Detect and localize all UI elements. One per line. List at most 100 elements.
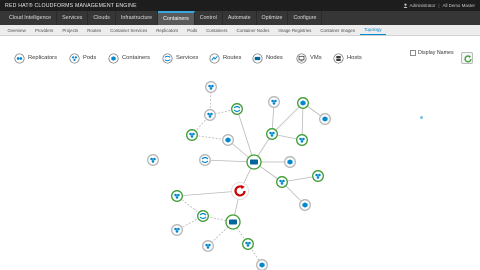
- graph-edge: [191, 134, 229, 141]
- host-icon: [333, 52, 344, 64]
- graph-edge: [176, 190, 241, 197]
- tab-container-nodes[interactable]: Container Nodes: [232, 25, 274, 35]
- tab-routes[interactable]: Routes: [83, 25, 106, 35]
- graph-edge: [281, 175, 319, 183]
- graph-edge: [176, 195, 204, 217]
- tab-pods[interactable]: Pods: [183, 25, 202, 35]
- pod-icon: [69, 52, 80, 64]
- kind-filter-bar: Replicators Pods Containers Services Rou…: [0, 48, 480, 68]
- container-node-a4[interactable]: [222, 134, 234, 146]
- nav-cloud-intelligence[interactable]: Cloud Intelligence: [4, 11, 58, 25]
- container-node-b8[interactable]: [299, 199, 311, 211]
- node-node-n2[interactable]: [225, 214, 241, 230]
- graph-edge: [247, 243, 263, 266]
- pod-node-b1[interactable]: [266, 128, 278, 140]
- tab-container-services[interactable]: Container Services: [106, 25, 152, 35]
- container-node-b2[interactable]: [297, 97, 309, 109]
- tab-providers[interactable]: Providers: [30, 25, 58, 35]
- kind-routes[interactable]: Routes: [209, 51, 241, 65]
- nav-clouds[interactable]: Clouds: [88, 11, 116, 25]
- graph-edge: [281, 181, 306, 206]
- service-node-a3[interactable]: [231, 103, 243, 115]
- graph-edge: [209, 108, 238, 116]
- graph-edge: [232, 221, 249, 245]
- graph-edge: [253, 161, 283, 183]
- graph-nodes: [147, 81, 331, 270]
- graph-edge: [191, 114, 211, 136]
- region-name[interactable]: All Demo Master: [443, 3, 475, 8]
- user-area[interactable]: Administrator | All Demo Master: [403, 3, 475, 8]
- graph-edge: [302, 102, 326, 120]
- kind-vms-label: VMs: [310, 55, 322, 61]
- nav-services[interactable]: Services: [57, 11, 89, 25]
- kind-replicators[interactable]: Replicators: [14, 51, 57, 65]
- kind-vms[interactable]: VMs: [296, 51, 322, 65]
- pod-node-c1[interactable]: [171, 190, 183, 202]
- brand-bar: RED HAT® CLOUDFORMS MANAGEMENT ENGINE Ad…: [0, 0, 480, 11]
- nav-automate[interactable]: Automate: [223, 11, 257, 25]
- route-icon: [209, 52, 220, 64]
- tab-topology[interactable]: Topology: [359, 25, 387, 35]
- refresh-button[interactable]: [461, 52, 473, 64]
- container-node-c6[interactable]: [256, 259, 268, 270]
- display-names-checkbox[interactable]: [410, 50, 416, 56]
- kind-nodes[interactable]: Nodes: [252, 51, 283, 65]
- graph-edge: [209, 86, 212, 116]
- graph-edge: [301, 102, 304, 141]
- container-node-b4[interactable]: [319, 113, 331, 125]
- brand-logo-text: RED HAT® CLOUDFORMS MANAGEMENT ENGINE: [5, 2, 137, 9]
- kind-containers-label: Containers: [122, 55, 151, 61]
- refresh-icon: [463, 54, 472, 62]
- service-node-c2[interactable]: [197, 210, 209, 222]
- container-icon: [108, 52, 119, 64]
- display-names-toggle[interactable]: Display Names: [410, 50, 454, 56]
- nav-control[interactable]: Control: [195, 11, 223, 25]
- nav-configure[interactable]: Configure: [288, 11, 323, 25]
- service-node-a6[interactable]: [199, 154, 211, 166]
- tab-containers[interactable]: Containers: [202, 25, 232, 35]
- graph-edge: [202, 215, 234, 223]
- tab-projects[interactable]: Projects: [58, 25, 83, 35]
- kind-routes-label: Routes: [223, 55, 242, 61]
- graph-edge: [232, 190, 241, 223]
- kind-nodes-label: Nodes: [266, 55, 283, 61]
- kind-hosts[interactable]: Hosts: [333, 51, 362, 65]
- graph-marker: [420, 116, 423, 119]
- pod-node-a2[interactable]: [204, 109, 216, 121]
- tab-image-registries[interactable]: Image Registries: [274, 25, 316, 35]
- kind-containers[interactable]: Containers: [108, 51, 150, 65]
- graph-edge: [271, 133, 303, 141]
- pod-node-a5[interactable]: [186, 129, 198, 141]
- nav-infrastructure[interactable]: Infrastructure: [116, 11, 159, 25]
- pod-node-b5[interactable]: [296, 134, 308, 146]
- node-icon: [252, 52, 263, 64]
- user-name[interactable]: Administrator: [410, 3, 436, 8]
- node-node-n1[interactable]: [246, 154, 262, 170]
- pod-node-b3[interactable]: [268, 96, 280, 108]
- nav-containers[interactable]: Containers: [158, 11, 195, 25]
- pod-node-a7[interactable]: [147, 154, 159, 166]
- user-icon: [403, 3, 408, 8]
- nav-optimize[interactable]: Optimize: [257, 11, 289, 25]
- kind-services[interactable]: Services: [162, 51, 198, 65]
- graph-edge: [236, 108, 255, 163]
- display-names-label: Display Names: [418, 50, 454, 56]
- graph-edge: [204, 159, 255, 163]
- pod-node-b6[interactable]: [312, 170, 324, 182]
- kind-services-label: Services: [176, 55, 199, 61]
- container-node-b9[interactable]: [284, 156, 296, 168]
- pod-node-c3[interactable]: [171, 224, 183, 236]
- tab-overview[interactable]: Overview: [3, 25, 30, 35]
- graph-edges: [176, 86, 326, 266]
- primary-nav: Cloud Intelligence Services Clouds Infra…: [0, 11, 480, 25]
- graph-edge: [253, 133, 273, 163]
- pod-node-a1[interactable]: [205, 81, 217, 93]
- pod-node-c4[interactable]: [202, 240, 214, 252]
- provider-node-prov[interactable]: [231, 182, 249, 200]
- pod-node-b7[interactable]: [276, 176, 288, 188]
- kind-pods[interactable]: Pods: [69, 51, 96, 65]
- kind-pods-label: Pods: [83, 55, 97, 61]
- tab-container-images[interactable]: Container Images: [316, 25, 360, 35]
- pod-node-c5[interactable]: [242, 238, 254, 250]
- tab-replicators[interactable]: Replicators: [152, 25, 183, 35]
